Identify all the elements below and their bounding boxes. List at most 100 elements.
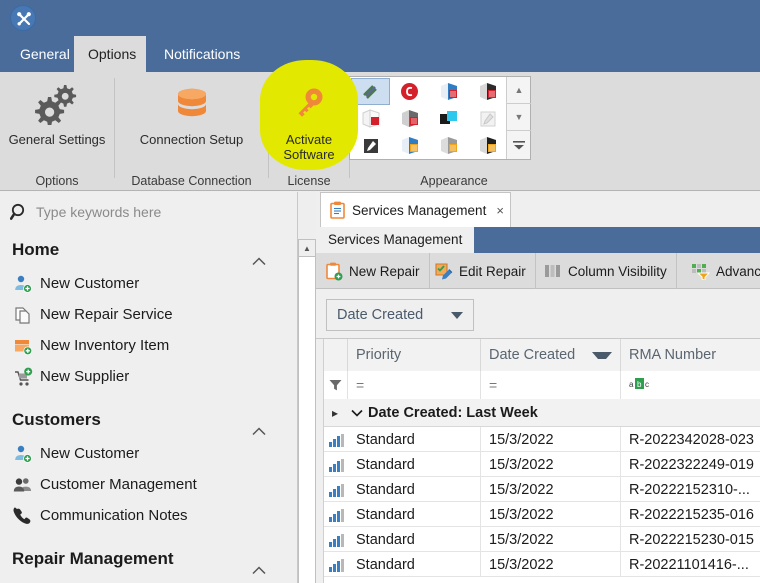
new-repair-button[interactable]: New Repair [316, 253, 430, 289]
sidebar-item-customer-management-label: Customer Management [40, 476, 197, 493]
abc-filter-icon: abc [629, 377, 651, 393]
sidebar-item-new-customer-2[interactable]: New Customer [0, 438, 282, 469]
table-row[interactable]: Standard 15/3/2022 R-20222152310-... [324, 477, 760, 502]
main-content-area: Services Management × Services Managemen… [316, 192, 760, 583]
panel-header: Services Management [316, 227, 760, 253]
sidebar-item-new-rma-service[interactable]: New RMA Service [0, 577, 282, 583]
sidebar-scrollbar[interactable]: ▲ [298, 239, 316, 583]
grid-header-date-created[interactable]: Date Created [481, 339, 621, 371]
scroll-up-icon[interactable]: ▲ [507, 77, 531, 104]
advanced-filter-icon [691, 262, 710, 280]
sidebar-group-home[interactable]: Home [0, 232, 282, 268]
ribbon-group-options-label: Options [35, 174, 79, 188]
ribbon-group-license-label: License [287, 174, 331, 188]
gallery-item-skin-colorful-black[interactable] [468, 132, 507, 159]
gallery-scrollbar[interactable]: ▲ ▼ [506, 77, 531, 159]
sidebar-item-new-repair-service[interactable]: New Repair Service [0, 299, 282, 330]
sidebar-group-home-label: Home [12, 240, 60, 259]
ribbon-tab-notifications-label: Notifications [164, 46, 241, 62]
cell-rma-number: R-2022322249-019 [629, 456, 754, 473]
table-row[interactable]: Standard 15/3/2022 R-2022215235-016 [324, 502, 760, 527]
connection-setup-button[interactable]: Connection Setup [115, 80, 268, 147]
cell-priority: Standard [348, 527, 481, 552]
ribbon-tab-general-label: General [20, 46, 70, 62]
grid-header-indicator-cell [324, 339, 348, 371]
document-tab-services-management[interactable]: Services Management × [320, 192, 511, 227]
gallery-item-skin-light[interactable] [468, 105, 507, 132]
sidebar-group-repair-management[interactable]: Repair Management [0, 541, 282, 577]
user-add-icon [12, 443, 34, 465]
gallery-item-skin-default[interactable] [351, 78, 390, 105]
gallery-item-skin-office-black[interactable] [468, 78, 507, 105]
collapse-chevron-icon[interactable] [346, 406, 368, 420]
search-icon [9, 203, 29, 227]
edit-pencil-icon [434, 262, 453, 281]
connection-setup-label: Connection [139, 132, 206, 147]
gallery-item-skin-dark[interactable] [351, 132, 390, 159]
gallery-item-skin-colorful-blue[interactable] [390, 132, 429, 159]
sidebar-item-new-repair-service-label: New Repair Service [40, 306, 173, 323]
gallery-item-skin-office-white[interactable] [351, 105, 390, 132]
gallery-item-skin-visual-studio[interactable] [429, 105, 468, 132]
priority-bars-icon [324, 527, 348, 552]
gallery-item-skin-colorful-gray[interactable] [429, 132, 468, 159]
grid-header-row: Priority Date Created RMA Number [324, 339, 760, 371]
svg-text:a: a [629, 380, 634, 389]
document-copy-icon [12, 304, 34, 326]
cell-rma-number: R-2022342028-023 [629, 431, 754, 448]
database-icon [115, 80, 268, 128]
general-settings-button[interactable]: General Settings [0, 80, 114, 147]
cell-priority: Standard [348, 452, 481, 477]
column-visibility-button[interactable]: Column Visibility [535, 253, 677, 289]
panel-title[interactable]: Services Management [316, 227, 475, 253]
sidebar-item-new-supplier[interactable]: New Supplier [0, 361, 282, 392]
grid-header-rma-number[interactable]: RMA Number [621, 339, 760, 371]
sidebar-group-customers[interactable]: Customers [0, 402, 282, 438]
gallery-item-skin-office-dark-gray[interactable] [390, 105, 429, 132]
close-icon[interactable]: × [496, 203, 504, 218]
scroll-up-icon[interactable]: ▲ [299, 240, 315, 257]
gears-icon [0, 80, 114, 128]
filter-funnel-icon[interactable] [324, 371, 348, 399]
filter-cell-priority[interactable]: = [348, 371, 481, 399]
ribbon-tab-options-label: Options [88, 46, 137, 62]
grid-header-date-created-label: Date Created [489, 347, 576, 363]
table-row[interactable]: Standard 15/3/2022 R-2022342028-023 [324, 427, 760, 452]
application-window: General Options Notifications General Se… [0, 0, 760, 583]
ribbon-tab-notifications[interactable]: Notifications [150, 36, 250, 72]
gallery-item-skin-office-red[interactable] [390, 78, 429, 105]
activate-software-button[interactable]: Activate Software [269, 80, 349, 162]
advanced-filter-button[interactable]: Advance [682, 253, 760, 289]
filter-cell-date-created[interactable]: = [481, 371, 621, 399]
document-tab-label: Services Management [352, 202, 487, 218]
scroll-down-icon[interactable]: ▼ [507, 104, 531, 131]
grid-header-priority[interactable]: Priority [348, 339, 481, 371]
cell-priority: Standard [348, 502, 481, 527]
gallery-dropdown-icon[interactable] [507, 131, 531, 158]
sidebar-group-customers-label: Customers [12, 410, 101, 429]
search-input[interactable] [36, 201, 276, 223]
sidebar-item-communication-notes[interactable]: Communication Notes [0, 500, 282, 531]
ribbon-tab-options[interactable]: Options [74, 36, 146, 72]
cell-date-created: 15/3/2022 [481, 527, 621, 552]
cell-date-created: 15/3/2022 [481, 477, 621, 502]
box-add-icon [12, 335, 34, 357]
group-by-chip-date-created[interactable]: Date Created [326, 299, 474, 331]
gallery-item-skin-office-blue[interactable] [429, 78, 468, 105]
ribbon-right-filler [558, 72, 760, 191]
edit-repair-button[interactable]: Edit Repair [425, 253, 536, 289]
sidebar-item-new-customer[interactable]: New Customer [0, 268, 282, 299]
sidebar-item-new-customer-2-label: New Customer [40, 445, 140, 462]
grid-group-row[interactable]: ▸ Date Created: Last Week [324, 399, 760, 427]
table-row[interactable]: Standard 15/3/2022 R-20221101416-... [324, 552, 760, 577]
dropdown-arrow-icon[interactable] [451, 311, 463, 319]
ribbon-tab-general[interactable]: General [6, 36, 70, 72]
ribbon-group-database-label: Database Connection [131, 174, 252, 188]
table-row[interactable]: Standard 15/3/2022 R-2022322249-019 [324, 452, 760, 477]
filter-cell-rma-number[interactable]: abc [621, 371, 760, 399]
sort-descending-icon[interactable] [592, 351, 612, 359]
cell-date-created: 15/3/2022 [481, 427, 621, 452]
table-row[interactable]: Standard 15/3/2022 R-2022215230-015 [324, 527, 760, 552]
sidebar-item-new-inventory-item[interactable]: New Inventory Item [0, 330, 282, 361]
sidebar-item-customer-management[interactable]: Customer Management [0, 469, 282, 500]
